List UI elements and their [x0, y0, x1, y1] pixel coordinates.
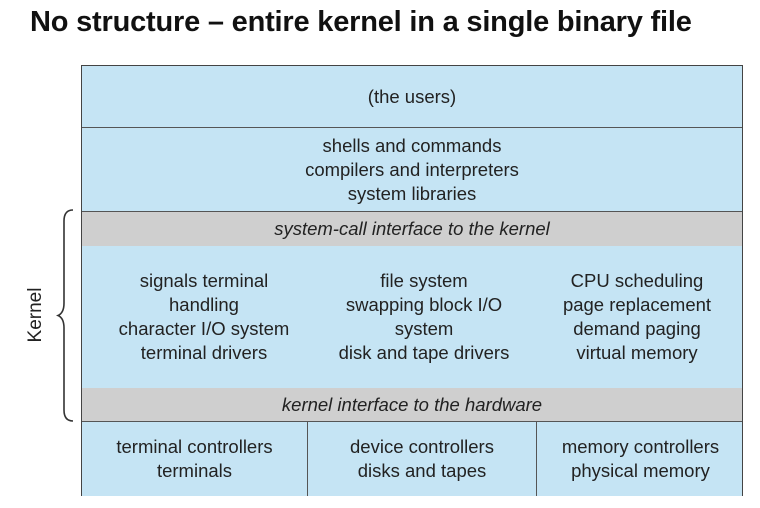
kernel-item: disk and tape drivers	[338, 342, 510, 363]
syscall-interface-layer: system-call interface to the kernel	[82, 212, 742, 246]
kernel-item: handling	[169, 294, 239, 315]
controller-item: terminals	[156, 460, 233, 481]
users-label: (the users)	[367, 85, 457, 107]
kernel-column-memory: CPU scheduling page replacement demand p…	[530, 246, 744, 388]
applications-line: shells and commands	[322, 134, 502, 156]
users-layer: (the users)	[82, 66, 742, 128]
kernel-item: swapping block I/O	[345, 294, 503, 315]
controller-cell-device: device controllers disks and tapes	[308, 422, 537, 496]
layered-structure-diagram: (the users) shells and commands compiler…	[81, 65, 743, 496]
controller-item: memory controllers	[561, 436, 720, 457]
applications-line: system libraries	[347, 182, 477, 204]
kernel-item: character I/O system	[118, 318, 290, 339]
controller-item: physical memory	[571, 460, 710, 481]
kernel-brace	[56, 209, 74, 422]
controllers-layer: terminal controllers terminals device co…	[82, 422, 742, 496]
applications-line: compilers and interpreters	[305, 158, 519, 180]
kernel-item: terminal drivers	[140, 342, 268, 363]
controller-item: device controllers	[350, 436, 494, 457]
kernel-label: Kernel	[25, 287, 46, 343]
kernel-item: file system	[380, 270, 468, 291]
applications-layer: shells and commands compilers and interp…	[82, 128, 742, 212]
kernel-item: CPU scheduling	[570, 270, 704, 291]
controller-cell-terminal: terminal controllers terminals	[82, 422, 308, 496]
kernel-item: virtual memory	[576, 342, 698, 363]
hardware-interface-label: kernel interface to the hardware	[281, 393, 543, 415]
kernel-column-terminal: signals terminal handling character I/O …	[82, 246, 326, 388]
kernel-item: signals terminal	[139, 270, 269, 291]
syscall-interface-label: system-call interface to the kernel	[274, 218, 550, 239]
kernel-item: system	[394, 318, 454, 339]
kernel-column-filesystem: file system swapping block I/O system di…	[304, 246, 544, 388]
controller-item: terminal controllers	[116, 436, 273, 457]
hardware-interface-layer: kernel interface to the hardware	[82, 388, 742, 422]
kernel-item: demand paging	[573, 318, 701, 339]
kernel-item: page replacement	[562, 294, 712, 315]
controller-item: disks and tapes	[357, 460, 487, 481]
kernel-services-layer: signals terminal handling character I/O …	[82, 246, 742, 388]
controller-cell-memory: memory controllers physical memory	[537, 422, 744, 496]
slide-title: No structure – entire kernel in a single…	[30, 6, 692, 38]
